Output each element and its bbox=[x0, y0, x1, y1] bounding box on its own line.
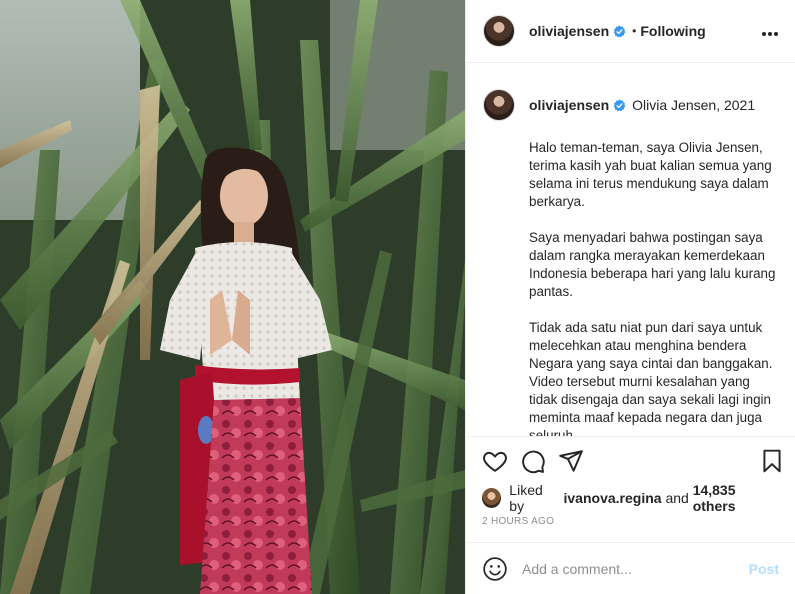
liker-username[interactable]: ivanova.regina bbox=[564, 490, 662, 506]
post-comment-button[interactable]: Post bbox=[749, 561, 779, 577]
caption-paragraph: Halo teman-teman, saya Olivia Jensen, te… bbox=[529, 140, 772, 209]
post-header: oliviajensen • Following bbox=[466, 0, 795, 63]
liker-avatar[interactable] bbox=[482, 488, 502, 508]
likes-summary: Liked by ivanova.regina and 14,835 other… bbox=[466, 482, 795, 514]
comment-input[interactable] bbox=[522, 560, 749, 577]
caption-author-avatar[interactable] bbox=[483, 89, 515, 121]
post-timestamp[interactable]: 2 HOURS AGO bbox=[466, 512, 795, 542]
caption-paragraph: Saya menyadari bahwa postingan saya dala… bbox=[529, 230, 776, 299]
action-bar bbox=[466, 436, 795, 484]
post-photo[interactable] bbox=[0, 0, 465, 594]
emoji-icon[interactable] bbox=[482, 556, 508, 582]
bookmark-icon[interactable] bbox=[759, 448, 785, 474]
caption-username[interactable]: oliviajensen bbox=[529, 97, 609, 113]
comment-icon[interactable] bbox=[520, 448, 546, 474]
likes-and: and bbox=[665, 490, 689, 506]
header-separator: • bbox=[632, 24, 637, 38]
author-avatar[interactable] bbox=[483, 15, 515, 47]
verified-badge-icon bbox=[613, 25, 626, 38]
caption-paragraph: Tidak ada satu niat pun dari saya untuk … bbox=[529, 320, 773, 436]
more-options-icon[interactable] bbox=[761, 21, 779, 42]
author-username[interactable]: oliviajensen bbox=[529, 23, 609, 39]
add-comment-bar: Post bbox=[466, 542, 795, 594]
caption-header: oliviajensen Olivia Jensen, 2021 bbox=[483, 89, 779, 121]
post-side-panel: oliviajensen • Following oliviajensen Ol… bbox=[465, 0, 795, 594]
heart-icon[interactable] bbox=[482, 448, 508, 474]
caption-title: Olivia Jensen, 2021 bbox=[632, 97, 756, 113]
post-view: oliviajensen • Following oliviajensen Ol… bbox=[0, 0, 795, 594]
following-button[interactable]: Following bbox=[640, 23, 705, 39]
photo-illustration bbox=[0, 0, 465, 594]
comments-area[interactable]: oliviajensen Olivia Jensen, 2021 Halo te… bbox=[466, 63, 795, 436]
verified-badge-icon bbox=[613, 99, 626, 112]
caption-body: Halo teman-teman, saya Olivia Jensen, te… bbox=[529, 139, 781, 436]
likes-prefix: Liked by bbox=[509, 482, 543, 514]
likes-others-link[interactable]: 14,835 others bbox=[693, 482, 779, 514]
share-icon[interactable] bbox=[558, 448, 584, 474]
